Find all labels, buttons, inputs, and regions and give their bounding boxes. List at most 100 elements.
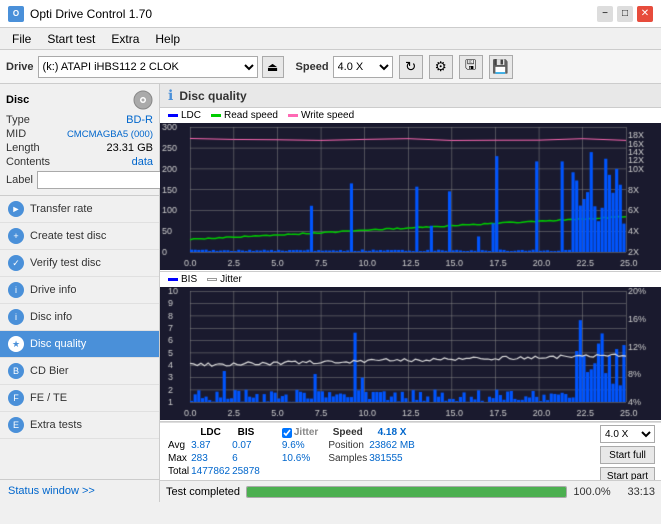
sidebar-item-drive-info[interactable]: i Drive info [0, 277, 159, 304]
position-label: Position [320, 440, 367, 451]
speed-label: Speed [296, 61, 329, 73]
chart2-container: BIS Jitter [160, 272, 661, 422]
status-window-label: Status window >> [8, 485, 95, 497]
config-button1[interactable]: ⚙ [429, 55, 453, 79]
speed-row: 4.0 X [600, 425, 655, 443]
maximize-button[interactable]: □ [617, 6, 633, 22]
data-table-area: LDC BIS Jitter Speed 4.18 X Avg 3.87 [160, 422, 661, 480]
sidebar-item-verify-test-disc[interactable]: ✓ Verify test disc [0, 250, 159, 277]
chart1-container: LDC Read speed Write speed [160, 108, 661, 272]
legend-bis: BIS [168, 274, 197, 285]
menu-file[interactable]: File [4, 30, 39, 48]
drive-info-icon: i [8, 282, 24, 298]
speed-header-label: Speed [320, 427, 367, 438]
jitter-header: Jitter [282, 427, 318, 438]
app-title: Opti Drive Control 1.70 [30, 7, 152, 21]
sidebar-item-disc-quality[interactable]: ★ Disc quality [0, 331, 159, 358]
speed-val-header: 4.18 X [369, 427, 415, 438]
drivebar: Drive (k:) ATAPI iHBS112 2 CLOK ⏏ Speed … [0, 50, 661, 84]
disc-quality-header: ℹ Disc quality [160, 84, 661, 108]
disc-label-input[interactable] [37, 171, 175, 189]
speed-dropdown[interactable]: 4.0 X [600, 425, 655, 443]
disc-info-icon: i [8, 309, 24, 325]
menu-start-test[interactable]: Start test [39, 30, 103, 48]
status-window-link[interactable]: Status window >> [0, 479, 159, 502]
sidebar-item-extra-tests[interactable]: E Extra tests [0, 412, 159, 439]
jitter-checkbox[interactable] [282, 428, 292, 438]
avg-bis: 0.07 [232, 440, 260, 451]
save-button[interactable]: 💾 [489, 55, 513, 79]
fe-te-icon: F [8, 390, 24, 406]
avg-ldc: 3.87 [191, 440, 230, 451]
disc-quality-title: Disc quality [179, 89, 246, 103]
write-color [288, 114, 298, 117]
disc-title: Disc [6, 94, 29, 106]
speed-select[interactable]: 4.0 X [333, 56, 393, 78]
jitter-check-label: Jitter [282, 427, 318, 438]
sidebar-item-cd-bier[interactable]: B CD Bier [0, 358, 159, 385]
sidebar-item-disc-info[interactable]: i Disc info [0, 304, 159, 331]
disc-icon [133, 90, 153, 110]
stats-table: LDC BIS Jitter Speed 4.18 X Avg 3.87 [166, 425, 417, 479]
config-button2[interactable]: 🖫 [459, 55, 483, 79]
menubar: File Start test Extra Help [0, 28, 661, 50]
bis-chart [160, 287, 661, 420]
progress-track [246, 486, 567, 498]
total-bis: 25878 [232, 466, 260, 477]
ldc-color [168, 114, 178, 117]
sidebar-item-create-test-disc[interactable]: + Create test disc [0, 223, 159, 250]
refresh-button[interactable]: ↻ [399, 55, 423, 79]
chart2-legend: BIS Jitter [160, 272, 661, 287]
max-ldc: 283 [191, 453, 230, 464]
max-jitter: 10.6% [282, 453, 318, 464]
menu-extra[interactable]: Extra [103, 30, 147, 48]
close-button[interactable]: ✕ [637, 6, 653, 22]
minimize-button[interactable]: − [597, 6, 613, 22]
disc-quality-icon-header: ℹ [168, 87, 173, 104]
legend-jitter: Jitter [207, 274, 242, 285]
transfer-rate-icon: ► [8, 201, 24, 217]
max-bis: 6 [232, 453, 260, 464]
position-val: 23862 MB [369, 440, 415, 451]
jitter-color [207, 278, 217, 281]
ldc-header: LDC [191, 427, 230, 438]
titlebar: O Opti Drive Control 1.70 − □ ✕ [0, 0, 661, 28]
titlebar-left: O Opti Drive Control 1.70 [8, 6, 152, 22]
samples-val: 381555 [369, 453, 415, 464]
disc-quality-icon: ★ [8, 336, 24, 352]
drive-select[interactable]: (k:) ATAPI iHBS112 2 CLOK [38, 56, 258, 78]
extra-tests-icon: E [8, 417, 24, 433]
legend-ldc: LDC [168, 110, 201, 121]
titlebar-controls: − □ ✕ [597, 6, 653, 22]
sidebar-item-fe-te[interactable]: F FE / TE [0, 385, 159, 412]
disc-mid-row: MID CMCMAGBA5 (000) [6, 128, 153, 140]
eject-button[interactable]: ⏏ [262, 56, 284, 78]
legend-write: Write speed [288, 110, 354, 121]
disc-contents-row: Contents data [6, 156, 153, 168]
disc-label-row: Label 🔍 [6, 171, 153, 189]
drive-label: Drive [6, 61, 34, 73]
disc-section: Disc Type BD-R MID CMCMAGBA5 (000) Lengt… [0, 84, 159, 196]
menu-help[interactable]: Help [147, 30, 188, 48]
time-display: 33:13 [617, 486, 655, 498]
avg-jitter: 9.6% [282, 440, 318, 451]
main-content: ℹ Disc quality LDC Read speed [160, 84, 661, 502]
disc-type-row: Type BD-R [6, 114, 153, 126]
start-full-button[interactable]: Start full [600, 446, 655, 464]
create-test-icon: + [8, 228, 24, 244]
legend-read: Read speed [211, 110, 278, 121]
disc-type-value: BD-R [126, 114, 153, 126]
disc-contents-value: data [132, 156, 153, 168]
disc-mid-value: CMCMAGBA5 (000) [67, 129, 153, 140]
disc-length-value: 23.31 GB [107, 142, 153, 154]
cd-bier-icon: B [8, 363, 24, 379]
read-color [211, 114, 221, 117]
samples-label: Samples [320, 453, 367, 464]
sidebar-item-transfer-rate[interactable]: ► Transfer rate [0, 196, 159, 223]
ldc-chart [160, 123, 661, 270]
action-buttons: 4.0 X Start full Start part [600, 425, 655, 485]
bottombar: Test completed 100.0% 33:13 [160, 480, 661, 502]
bis-header: BIS [232, 427, 260, 438]
charts-area: LDC Read speed Write speed [160, 108, 661, 422]
app-icon: O [8, 6, 24, 22]
